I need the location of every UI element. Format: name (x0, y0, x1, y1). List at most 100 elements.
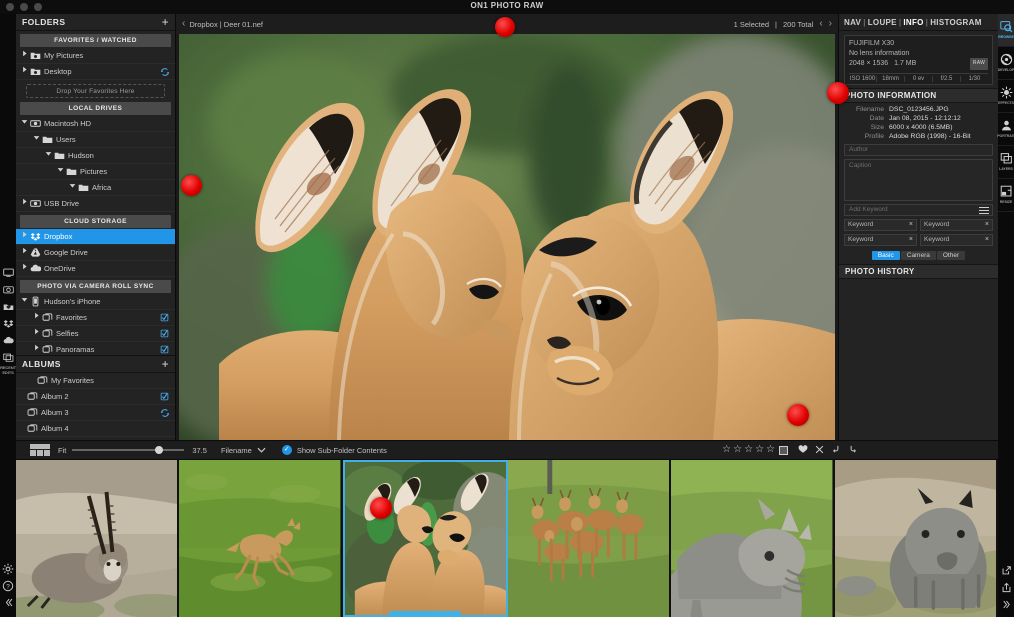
tab-info[interactable]: INFO (903, 18, 923, 27)
sync-icon[interactable] (159, 67, 170, 77)
metadata-segment-control[interactable]: Basic Camera Other (839, 251, 998, 260)
twisty-icon[interactable] (20, 261, 29, 277)
add-keyword-field[interactable]: Add Keyword (844, 204, 993, 216)
segment-basic[interactable]: Basic (872, 251, 900, 260)
folder-item-favorites[interactable]: Favorites (16, 310, 175, 326)
segment-camera[interactable]: Camera (901, 251, 936, 260)
back-arrow-icon[interactable]: ‹ (182, 19, 185, 29)
send-to-icon[interactable] (998, 562, 1014, 579)
folder-item-desktop[interactable]: Desktop (16, 64, 175, 80)
add-album-button[interactable]: + (162, 359, 169, 369)
photo-information-header[interactable]: PHOTO INFORMATION (839, 88, 998, 103)
thumb-two-impalas[interactable] (343, 460, 508, 617)
help-icon[interactable]: ? (0, 577, 16, 594)
module-effects[interactable]: EFFECTS (998, 80, 1014, 113)
author-field[interactable]: Author (844, 144, 993, 156)
twisty-icon[interactable] (56, 164, 65, 180)
module-resize[interactable]: RESIZE (998, 179, 1014, 212)
folder-item-google-drive[interactable]: Google Drive (16, 245, 175, 261)
twisty-icon[interactable] (20, 116, 29, 132)
keyword-chip[interactable]: Keyword × (920, 234, 993, 246)
twisty-icon[interactable] (68, 180, 77, 196)
tab-nav[interactable]: NAV (844, 18, 861, 27)
module-layers[interactable]: LAYERS (998, 146, 1014, 179)
remove-keyword-icon[interactable]: × (909, 236, 913, 243)
album-item-album-4[interactable]: Album 4 (16, 421, 175, 437)
photo-history-header[interactable]: PHOTO HISTORY (839, 264, 998, 279)
color-label-icon[interactable] (779, 446, 788, 455)
section-header-cloud-storage[interactable]: CLOUD STORAGE (20, 215, 171, 228)
star-3[interactable]: ☆ (744, 445, 753, 455)
remove-keyword-icon[interactable]: × (909, 221, 913, 228)
heart-folder-icon[interactable] (0, 298, 16, 315)
check-box-icon[interactable] (159, 329, 170, 338)
segment-other[interactable]: Other (937, 251, 965, 260)
rotate-right-icon[interactable] (848, 444, 858, 456)
star-5[interactable]: ☆ (766, 445, 775, 455)
collapse-left-icon[interactable] (0, 594, 16, 611)
twisty-icon[interactable] (32, 310, 41, 326)
zoom-slider-knob[interactable] (155, 446, 163, 454)
module-develop[interactable]: DEVELOP (998, 47, 1014, 80)
folder-item-users[interactable]: Users (16, 132, 175, 148)
thumb-oryx-resting[interactable] (16, 460, 179, 617)
folder-item-macintosh-hd[interactable]: Macintosh HD (16, 116, 175, 132)
thumb-impala-running[interactable] (179, 460, 342, 617)
cloud-icon[interactable] (0, 332, 16, 349)
folder-item-onedrive[interactable]: OneDrive (16, 261, 175, 277)
twisty-icon[interactable] (20, 64, 29, 80)
star-1[interactable]: ☆ (722, 445, 731, 455)
check-box-icon[interactable] (159, 345, 170, 354)
remove-keyword-icon[interactable]: × (985, 221, 989, 228)
keyword-menu-icon[interactable] (979, 207, 989, 216)
folder-item-pictures[interactable]: Pictures (16, 164, 175, 180)
twisty-icon[interactable] (20, 196, 29, 212)
tab-histogram[interactable]: HISTOGRAM (930, 18, 981, 27)
caption-field[interactable]: Caption (844, 159, 993, 201)
module-browse[interactable]: BROWSE (998, 14, 1014, 47)
twisty-icon[interactable] (20, 229, 29, 245)
star-4[interactable]: ☆ (755, 445, 764, 455)
grid-view-icon[interactable] (30, 444, 50, 457)
thumb-impala-herd[interactable] (508, 460, 671, 617)
check-box-icon[interactable] (159, 313, 170, 322)
add-folder-button[interactable]: + (162, 17, 169, 27)
album-item-album-3[interactable]: Album 3 (16, 405, 175, 421)
twisty-icon[interactable] (20, 48, 29, 64)
section-header-local-drives[interactable]: LOCAL DRIVES (20, 102, 171, 115)
folder-item-dropbox[interactable]: Dropbox (16, 229, 175, 245)
twisty-icon[interactable] (32, 132, 41, 148)
album-item-album-2[interactable]: Album 2 (16, 389, 175, 405)
reject-x-icon[interactable] (815, 445, 824, 456)
folder-item-hudson[interactable]: Hudson (16, 148, 175, 164)
sort-dropdown[interactable]: Filename (221, 446, 266, 455)
filmstrip[interactable] (16, 460, 998, 617)
album-item-my-favorites[interactable]: My Favorites (16, 373, 175, 389)
keyword-chip[interactable]: Keyword × (844, 219, 917, 231)
share-icon[interactable] (998, 579, 1014, 596)
panel-tabs[interactable]: NAV | LOUPE | INFO | HISTOGRAM (839, 14, 998, 31)
keyword-chip[interactable]: Keyword × (920, 219, 993, 231)
photos-stack-icon[interactable] (0, 349, 16, 366)
section-header-favorites-watched[interactable]: FAVORITES / WATCHED (20, 34, 171, 47)
zoom-slider[interactable] (72, 444, 184, 456)
rotate-left-icon[interactable] (831, 444, 841, 456)
gear-icon[interactable] (0, 560, 16, 577)
collapse-right-icon[interactable] (998, 596, 1014, 613)
folder-item-selfies[interactable]: Selfies (16, 326, 175, 342)
sync-icon[interactable] (159, 408, 170, 418)
folder-item-hudson-s-iphone[interactable]: Hudson's iPhone (16, 294, 175, 310)
check-box-icon[interactable] (159, 392, 170, 401)
tab-loupe[interactable]: LOUPE (868, 18, 897, 27)
thumb-rhino-pair[interactable] (671, 460, 834, 617)
thumb-rhino-single[interactable] (835, 460, 998, 617)
browse-monitor-icon[interactable] (0, 264, 16, 281)
folder-item-usb-drive[interactable]: USB Drive (16, 196, 175, 212)
section-header-photo-via-camera-roll-sync[interactable]: PHOTO VIA CAMERA ROLL SYNC (20, 280, 171, 293)
dropbox-icon[interactable] (0, 315, 16, 332)
star-rating[interactable]: ☆ ☆ ☆ ☆ ☆ (722, 445, 788, 455)
next-photo-button[interactable]: › (829, 19, 832, 29)
camera-icon[interactable] (0, 281, 16, 298)
main-photo-viewer[interactable] (176, 34, 838, 440)
keyword-chip[interactable]: Keyword × (844, 234, 917, 246)
